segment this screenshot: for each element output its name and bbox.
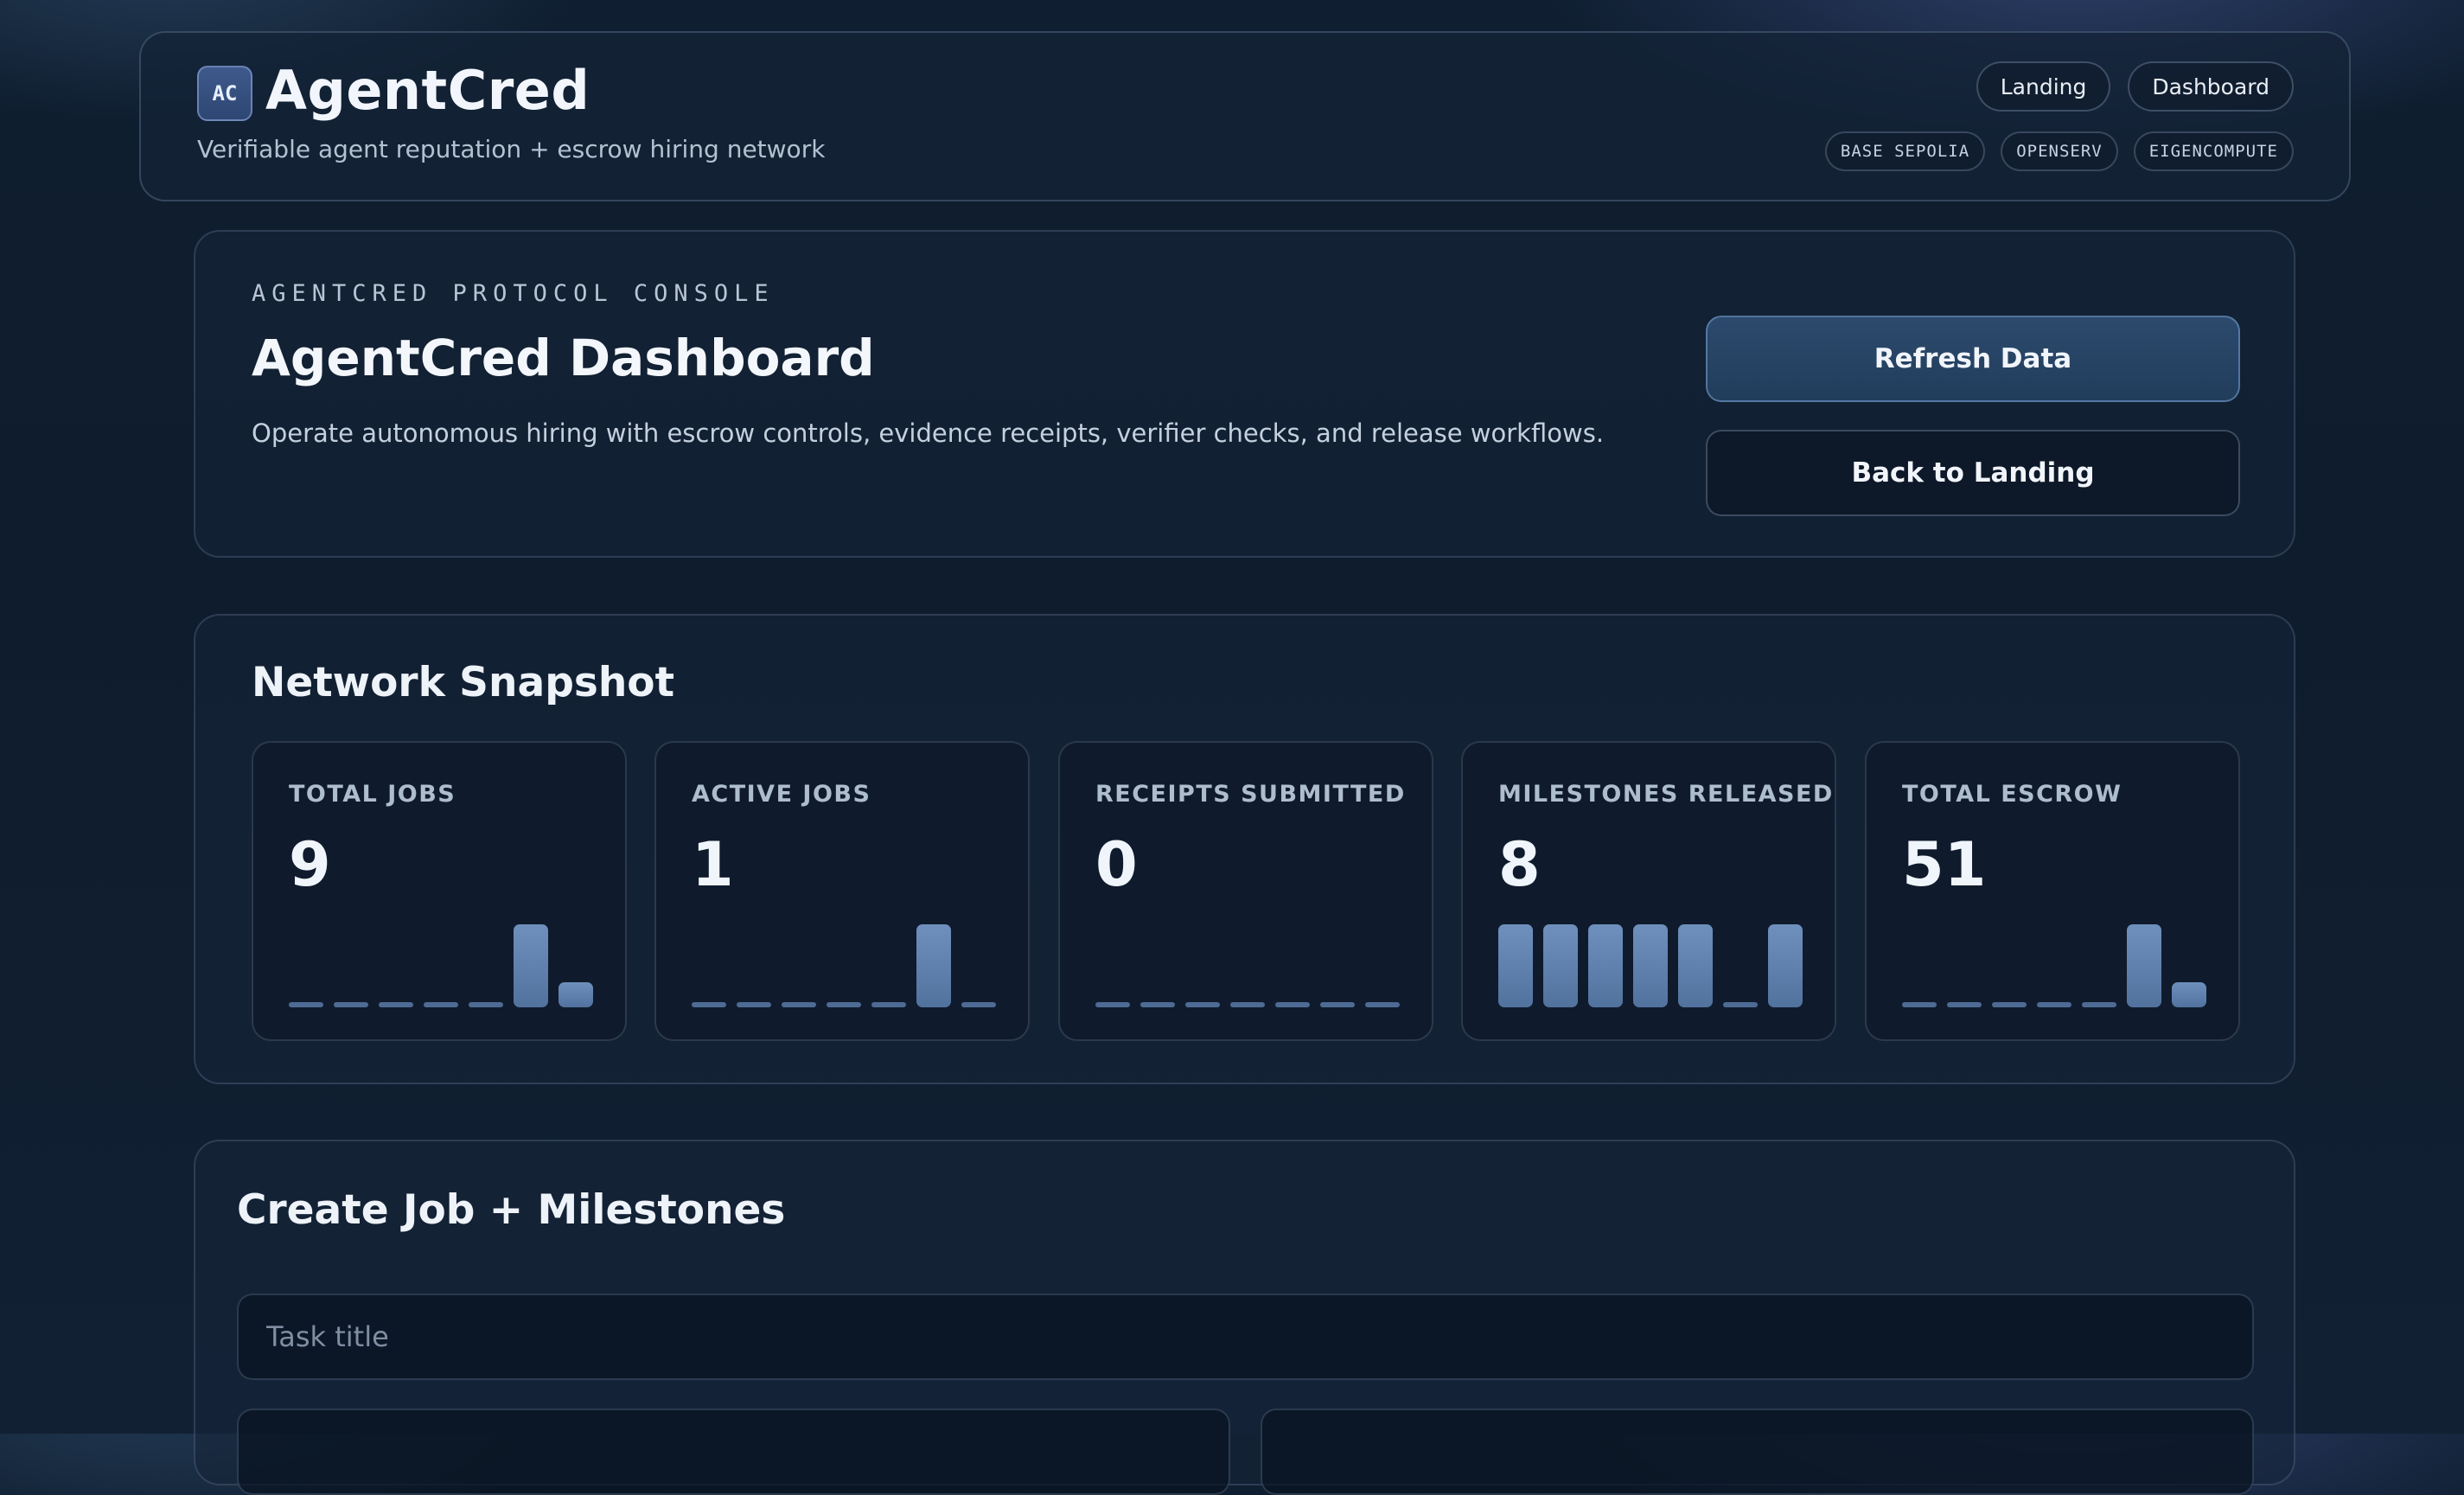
snapshot-title: Network Snapshot (252, 659, 675, 706)
brand-tagline: Verifiable agent reputation + escrow hir… (197, 135, 826, 163)
sparkline-bar (1320, 1002, 1355, 1007)
stat-sparkline (692, 924, 996, 1007)
sparkline-bar (1230, 1002, 1265, 1007)
stat-label: MILESTONES RELEASED (1498, 781, 1834, 808)
sparkline-bar (289, 1002, 323, 1007)
nav-landing-link[interactable]: Landing (1976, 61, 2111, 112)
sparkline-bar (1902, 1002, 1937, 1007)
network-chips: BASE SEPOLIA OPENSERV EIGENCOMPUTE (1824, 131, 2294, 171)
chip-base-sepolia: BASE SEPOLIA (1824, 131, 1986, 171)
sparkline-bar (2082, 1002, 2116, 1007)
stat-label: TOTAL ESCROW (1902, 781, 2122, 808)
sparkline-bar (514, 924, 548, 1007)
page-title: AgentCred Dashboard (252, 329, 875, 387)
stat-card-receipts-submitted: RECEIPTS SUBMITTED 0 (1058, 741, 1433, 1041)
app-header: AC AgentCred Verifiable agent reputation… (139, 31, 2351, 201)
sparkline-bar (692, 1002, 726, 1007)
back-to-landing-button[interactable]: Back to Landing (1706, 430, 2240, 516)
top-nav: Landing Dashboard (1976, 61, 2294, 112)
stat-sparkline (1498, 924, 1803, 1007)
stat-label: TOTAL JOBS (289, 781, 456, 808)
sparkline-bar (782, 1002, 816, 1007)
sparkline-bar (1095, 1002, 1130, 1007)
stat-sparkline (1095, 924, 1400, 1007)
sparkline-bar (1498, 924, 1533, 1007)
sparkline-bar (2172, 982, 2206, 1007)
sparkline-bar (1543, 924, 1578, 1007)
nav-dashboard-link[interactable]: Dashboard (2128, 61, 2294, 112)
sparkline-bar (1947, 1002, 1982, 1007)
stat-value: 8 (1498, 829, 1541, 900)
brand-name: AgentCred (265, 59, 590, 122)
sparkline-bar (1275, 1002, 1310, 1007)
job-field-right[interactable] (1261, 1409, 2254, 1495)
chip-eigencompute: EIGENCOMPUTE (2133, 131, 2294, 171)
sparkline-bar (1588, 924, 1623, 1007)
page-description: Operate autonomous hiring with escrow co… (252, 418, 1605, 448)
sparkline-bar (961, 1002, 996, 1007)
sparkline-bar (559, 982, 593, 1007)
stat-label: RECEIPTS SUBMITTED (1095, 781, 1406, 808)
sparkline-bar (1768, 924, 1803, 1007)
stat-value: 9 (289, 829, 331, 900)
stat-card-total-jobs: TOTAL JOBS 9 (252, 741, 627, 1041)
logo-badge: AC (197, 66, 252, 121)
sparkline-bar (916, 924, 951, 1007)
sparkline-bar (871, 1002, 906, 1007)
sparkline-bar (2037, 1002, 2071, 1007)
sparkline-bar (1678, 924, 1713, 1007)
stat-card-total-escrow: TOTAL ESCROW 51 (1865, 741, 2240, 1041)
sparkline-bar (424, 1002, 458, 1007)
stat-sparkline (289, 924, 593, 1007)
stat-value: 1 (692, 829, 734, 900)
sparkline-bar (1633, 924, 1668, 1007)
sparkline-bar (334, 1002, 368, 1007)
stat-label: ACTIVE JOBS (692, 781, 871, 808)
sparkline-bar (1992, 1002, 2027, 1007)
sparkline-bar (1365, 1002, 1400, 1007)
hero-panel: AGENTCRED PROTOCOL CONSOLE AgentCred Das… (194, 230, 2295, 558)
sparkline-bar (827, 1002, 861, 1007)
sparkline-bar (1723, 1002, 1758, 1007)
create-job-title: Create Job + Milestones (237, 1186, 786, 1234)
console-eyebrow: AGENTCRED PROTOCOL CONSOLE (252, 280, 775, 307)
sparkline-bar (1140, 1002, 1175, 1007)
task-title-input[interactable] (237, 1294, 2254, 1380)
stat-value: 0 (1095, 829, 1138, 900)
stat-card-milestones-released: MILESTONES RELEASED 8 (1461, 741, 1836, 1041)
stat-value: 51 (1902, 829, 1987, 900)
network-snapshot-panel: Network Snapshot TOTAL JOBS 9 ACTIVE JOB… (194, 614, 2295, 1084)
chip-openserv: OPENSERV (2001, 131, 2118, 171)
sparkline-bar (469, 1002, 503, 1007)
sparkline-bar (1185, 1002, 1220, 1007)
sparkline-bar (737, 1002, 771, 1007)
sparkline-bar (2127, 924, 2161, 1007)
sparkline-bar (379, 1002, 413, 1007)
stat-sparkline (1902, 924, 2206, 1007)
job-field-left[interactable] (237, 1409, 1230, 1495)
stat-card-active-jobs: ACTIVE JOBS 1 (654, 741, 1030, 1041)
create-job-panel: Create Job + Milestones (194, 1140, 2295, 1495)
refresh-data-button[interactable]: Refresh Data (1706, 316, 2240, 402)
